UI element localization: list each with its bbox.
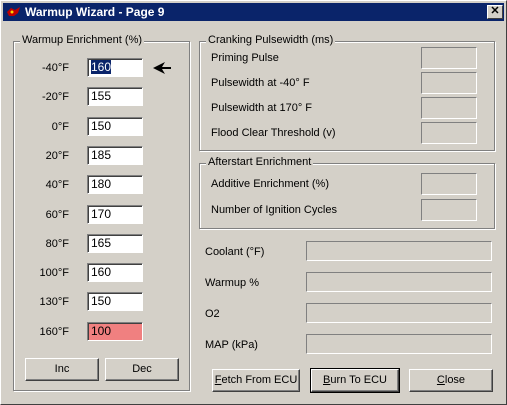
warmup-value-text: 150: [91, 118, 112, 133]
temp-label: 20°F: [45, 149, 69, 162]
warmup-value-input[interactable]: 170: [87, 204, 143, 224]
warmup-value-text: 185: [91, 147, 112, 162]
close-button[interactable]: Close: [409, 369, 493, 392]
selected-row-arrow-icon: [153, 62, 171, 74]
warmup-value-input[interactable]: 165: [87, 233, 143, 253]
temp-label: 40°F: [45, 179, 69, 192]
warmup-value-input[interactable]: 160: [87, 263, 143, 283]
cranking-field-value[interactable]: [421, 47, 477, 69]
fetch-from-ecu-button[interactable]: Fetch From ECU: [212, 369, 300, 392]
warmup-value-text: 180: [91, 177, 112, 192]
warmup-enrichment-label: Warmup Enrichment (%): [20, 34, 145, 46]
warmup-value-input[interactable]: 150: [87, 292, 143, 312]
afterstart-field-value[interactable]: [421, 173, 477, 195]
warmup-value-input[interactable]: 100: [87, 321, 143, 341]
gauge-label: O2: [205, 308, 220, 320]
warmup-value-input[interactable]: 180: [87, 175, 143, 195]
temp-label: 0°F: [51, 120, 69, 133]
warmup-value-text: 160: [91, 265, 112, 280]
temp-label: -40°F: [41, 62, 69, 74]
gauge-label: Warmup %: [205, 277, 259, 289]
close-icon: ✕: [490, 5, 500, 17]
temp-label: 60°F: [45, 208, 69, 221]
app-icon: [7, 7, 20, 16]
cranking-field-value[interactable]: [421, 97, 477, 119]
afterstart-enrichment-label: Afterstart Enrichment: [206, 156, 314, 168]
window-title: Warmup Wizard - Page 9: [25, 5, 165, 19]
cranking-field-label: Pulsewidth at -40° F: [211, 77, 310, 89]
dec-button[interactable]: Dec: [105, 358, 179, 381]
warmup-value-input[interactable]: 160: [87, 58, 143, 77]
warmup-value-text: 160: [91, 60, 112, 74]
gauge-label: MAP (kPa): [205, 339, 258, 351]
warmup-value-text: 165: [91, 235, 112, 250]
gauge-value: [306, 303, 492, 323]
warmup-value-text: 170: [91, 206, 112, 221]
title-bar[interactable]: Warmup Wizard - Page 9 ✕: [3, 3, 504, 21]
inc-button[interactable]: Inc: [25, 358, 99, 381]
afterstart-field-label: Additive Enrichment (%): [211, 178, 329, 190]
temp-label: -20°F: [41, 91, 69, 104]
gauge-label: Coolant (°F): [205, 246, 265, 258]
temp-label: 100°F: [39, 267, 69, 280]
temp-label: 130°F: [39, 296, 69, 309]
warmup-value-input[interactable]: 150: [87, 116, 143, 136]
warmup-value-text: 155: [91, 89, 112, 104]
gauge-value: [306, 272, 492, 292]
warmup-value-text: 100: [91, 323, 112, 338]
burn-to-ecu-button[interactable]: Burn To ECU: [310, 368, 400, 393]
warmup-value-input[interactable]: 155: [87, 87, 143, 107]
cranking-field-label: Flood Clear Threshold (v): [211, 127, 336, 139]
warmup-value-text: 150: [91, 294, 112, 309]
cranking-field-value[interactable]: [421, 72, 477, 94]
gauge-value: [306, 334, 492, 354]
warmup-wizard-window: Warmup Wizard - Page 9 ✕ Warmup Enrichme…: [0, 0, 507, 405]
cranking-field-value[interactable]: [421, 122, 477, 144]
temp-label: 160°F: [39, 325, 69, 338]
cranking-field-label: Priming Pulse: [211, 52, 279, 64]
afterstart-field-value[interactable]: [421, 199, 477, 221]
close-window-button[interactable]: ✕: [487, 5, 503, 19]
warmup-value-input[interactable]: 185: [87, 145, 143, 165]
cranking-pulsewidth-label: Cranking Pulsewidth (ms): [206, 34, 336, 46]
gauge-value: [306, 241, 492, 261]
temp-label: 80°F: [45, 237, 69, 250]
afterstart-field-label: Number of Ignition Cycles: [211, 204, 337, 216]
cranking-field-label: Pulsewidth at 170° F: [211, 102, 313, 114]
